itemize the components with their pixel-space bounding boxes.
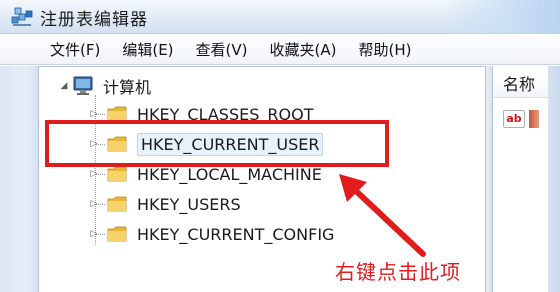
annotation-arrow-icon [339, 174, 426, 257]
folder-icon [107, 226, 127, 242]
window-frame-right [548, 66, 560, 292]
registry-values-pane[interactable]: 名称 ab [492, 66, 548, 292]
title-bar-glass [440, 0, 560, 34]
expand-arrow-icon[interactable]: ▷ [89, 169, 99, 179]
collapse-arrow-icon[interactable]: ◢ [59, 81, 69, 91]
value-name-fragment [529, 110, 539, 128]
menu-edit[interactable]: 编辑(E) [122, 39, 173, 60]
menu-view[interactable]: 查看(V) [196, 39, 248, 60]
annotation-label: 右键点击此项 [335, 260, 461, 284]
tree-item-computer[interactable]: ◢ 计算机 [59, 73, 151, 99]
tree-label-hkey-current-config: HKEY_CURRENT_CONFIG [137, 224, 335, 244]
tree-item-hkey-current-config[interactable]: ▷ HKEY_CURRENT_CONFIG [89, 221, 335, 247]
window-title: 注册表编辑器 [40, 10, 148, 30]
column-header-name[interactable]: 名称 [493, 72, 548, 98]
menu-file[interactable]: 文件(F) [50, 39, 100, 60]
tree-label-hkey-users: HKEY_USERS [137, 194, 241, 214]
folder-icon [107, 196, 127, 212]
menu-bar: 文件(F) 编辑(E) 查看(V) 收藏夹(A) 帮助(H) [0, 35, 560, 65]
computer-icon [73, 76, 93, 95]
menu-help[interactable]: 帮助(H) [358, 39, 411, 60]
tree-label-computer: 计算机 [103, 78, 152, 97]
window-frame-left [0, 66, 38, 292]
regedit-icon [11, 7, 33, 26]
string-value-icon: ab [503, 110, 525, 128]
expand-arrow-icon[interactable]: ▷ [89, 109, 99, 119]
expand-arrow-icon[interactable]: ▷ [89, 199, 99, 209]
tree-item-hkey-users[interactable]: ▷ HKEY_USERS [89, 191, 241, 217]
folder-icon [107, 166, 127, 182]
expand-arrow-icon[interactable]: ▷ [89, 229, 99, 239]
title-bar: 注册表编辑器 [0, 0, 560, 34]
tree-label-hkey-local-machine: HKEY_LOCAL_MACHINE [137, 164, 322, 184]
menu-favorites[interactable]: 收藏夹(A) [270, 39, 337, 60]
